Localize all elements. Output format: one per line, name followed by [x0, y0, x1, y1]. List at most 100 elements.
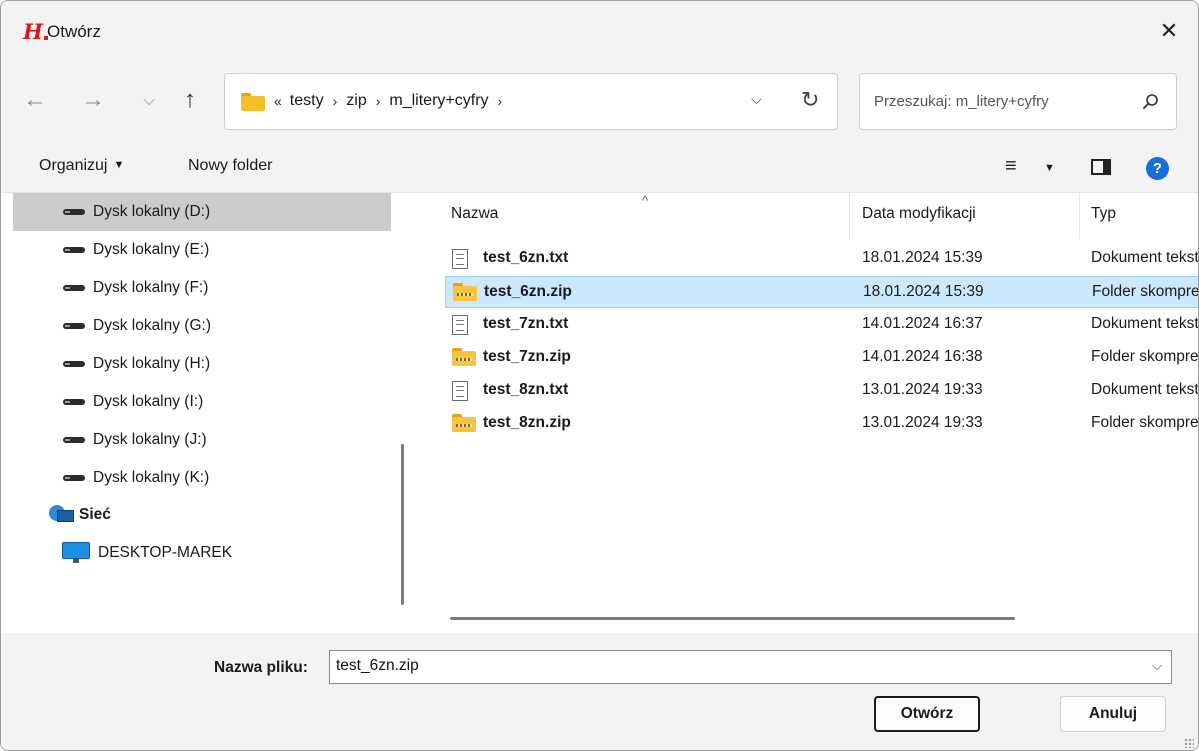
file-row[interactable]: test_6zn.txt 18.01.2024 15:39 Dokument t… — [445, 243, 1198, 275]
sidebar-item-label: Sieć — [79, 506, 111, 523]
drive-icon — [63, 399, 85, 405]
arrow-up-icon: ↑ — [184, 86, 196, 113]
back-button[interactable]: ← — [20, 85, 50, 115]
search-icon[interactable] — [1142, 93, 1159, 110]
folder-icon — [241, 93, 265, 111]
sidebar-item-label: Dysk lokalny (E:) — [93, 241, 210, 258]
organize-menu-button[interactable]: Organizuj ▼ — [39, 157, 124, 175]
sidebar-item-drive-d[interactable]: Dysk lokalny (D:) — [13, 193, 391, 231]
column-divider[interactable] — [1079, 193, 1080, 239]
file-list: ^ Nazwa Data modyfikacji Typ test_6zn.tx… — [424, 193, 1199, 633]
sidebar-item-drive-h[interactable]: Dysk lokalny (H:) — [13, 345, 391, 383]
drive-icon — [63, 209, 85, 215]
preview-pane-icon[interactable] — [1091, 159, 1111, 175]
file-type: Dokument tekstowy — [1091, 249, 1198, 266]
sort-ascending-icon: ^ — [642, 193, 649, 208]
window-title: Otwórz — [47, 22, 101, 41]
caret-down-icon[interactable]: ▼ — [1044, 162, 1055, 174]
address-bar[interactable]: « testy › zip › m_litery+cyfry › ⌵ ↻ — [224, 73, 838, 130]
breadcrumb-item[interactable]: m_litery+cyfry — [389, 92, 488, 110]
open-button[interactable]: Otwórz — [874, 696, 980, 732]
file-name: test_7zn.zip — [483, 348, 571, 365]
column-header-date[interactable]: Data modyfikacji — [862, 205, 976, 223]
caret-down-icon: ▼ — [113, 159, 125, 171]
navigation-pane: Dysk lokalny (D:) Dysk lokalny (E:) Dysk… — [1, 193, 416, 633]
arrow-right-icon: → — [81, 86, 105, 113]
up-button[interactable]: ↑ — [175, 85, 205, 115]
file-date: 18.01.2024 15:39 — [862, 249, 983, 266]
file-row[interactable]: test_7zn.txt 14.01.2024 16:37 Dokument t… — [445, 309, 1198, 341]
sidebar-item-network[interactable]: Sieć — [13, 496, 391, 534]
file-row[interactable]: test_7zn.zip 14.01.2024 16:38 Folder sko… — [445, 342, 1198, 374]
navigation-pane-scrollbar[interactable] — [401, 444, 404, 605]
column-header-name[interactable]: Nazwa — [451, 205, 498, 223]
drive-icon — [63, 361, 85, 367]
chevron-right-icon[interactable]: › — [376, 93, 381, 109]
zip-folder-icon — [452, 348, 476, 366]
close-icon: ✕ — [1159, 18, 1179, 43]
sidebar-item-label: DESKTOP-MAREK — [98, 544, 233, 561]
file-type: Folder skompresowany — [1092, 283, 1199, 300]
refresh-icon[interactable]: ↻ — [801, 87, 819, 113]
file-list-scrollbar[interactable] — [450, 617, 1015, 620]
chevron-down-icon[interactable]: ⌵ — [1152, 658, 1162, 674]
breadcrumb-overflow[interactable]: « — [274, 93, 282, 109]
command-bar: Organizuj ▼ Nowy folder ≡ ▼ ? — [1, 141, 1198, 193]
new-folder-button[interactable]: Nowy folder — [188, 157, 272, 175]
column-header-type[interactable]: Typ — [1091, 205, 1116, 223]
file-date: 13.01.2024 19:33 — [862, 381, 983, 398]
sidebar-item-label: Dysk lokalny (J:) — [93, 431, 207, 448]
dialog-footer: Nazwa pliku: ⌵ Otwórz Anuluj — [1, 633, 1198, 750]
sidebar-item-drive-j[interactable]: Dysk lokalny (J:) — [13, 421, 391, 459]
sidebar-item-drive-k[interactable]: Dysk lokalny (K:) — [13, 459, 391, 497]
organize-label: Organizuj — [39, 157, 108, 174]
sidebar-item-label: Dysk lokalny (D:) — [93, 203, 211, 220]
sidebar-item-label: Dysk lokalny (G:) — [93, 317, 211, 334]
help-icon[interactable]: ? — [1146, 157, 1169, 180]
text-file-icon — [452, 315, 468, 335]
file-row[interactable]: test_8zn.zip 13.01.2024 19:33 Folder sko… — [445, 408, 1198, 440]
open-file-dialog: H Otwórz ✕ ← → ⌵ ↑ « testy › zip › m_lit… — [0, 0, 1199, 751]
chevron-right-icon[interactable]: › — [333, 93, 338, 109]
recent-locations-button[interactable]: ⌵ — [134, 85, 164, 115]
cancel-button[interactable]: Anuluj — [1060, 696, 1166, 732]
file-row-selected[interactable]: test_6zn.zip 18.01.2024 15:39 Folder sko… — [445, 276, 1199, 308]
text-file-icon — [452, 381, 468, 401]
column-divider[interactable] — [849, 193, 850, 239]
sidebar-item-drive-f[interactable]: Dysk lokalny (F:) — [13, 269, 391, 307]
drive-icon — [63, 437, 85, 443]
sidebar-item-drive-e[interactable]: Dysk lokalny (E:) — [13, 231, 391, 269]
search-placeholder: Przeszukaj: m_litery+cyfry — [874, 93, 1049, 110]
resize-grip-icon[interactable] — [1184, 738, 1194, 748]
sidebar-item-label: Dysk lokalny (K:) — [93, 469, 210, 486]
breadcrumb-item[interactable]: testy — [290, 92, 324, 110]
sidebar-item-label: Dysk lokalny (I:) — [93, 393, 204, 410]
arrow-left-icon: ← — [23, 86, 47, 113]
close-button[interactable]: ✕ — [1140, 1, 1198, 61]
chevron-down-icon: ⌵ — [143, 91, 155, 109]
drive-icon — [63, 475, 85, 481]
file-name: test_6zn.zip — [484, 283, 572, 300]
file-date: 18.01.2024 15:39 — [863, 283, 984, 300]
sidebar-item-drive-i[interactable]: Dysk lokalny (I:) — [13, 383, 391, 421]
sidebar-item-desktop-marek[interactable]: DESKTOP-MAREK — [13, 534, 391, 572]
view-options-icon[interactable]: ≡ — [1005, 155, 1017, 178]
breadcrumb: « testy › zip › m_litery+cyfry › — [274, 92, 511, 110]
file-type: Dokument tekstowy — [1091, 381, 1198, 398]
zip-folder-icon — [453, 283, 477, 301]
forward-button[interactable]: → — [78, 85, 108, 115]
sidebar-item-drive-g[interactable]: Dysk lokalny (G:) — [13, 307, 391, 345]
address-dropdown-button[interactable]: ⌵ — [751, 91, 762, 108]
search-input[interactable]: Przeszukaj: m_litery+cyfry — [859, 73, 1177, 130]
file-row[interactable]: test_8zn.txt 13.01.2024 19:33 Dokument t… — [445, 375, 1198, 407]
computer-icon — [62, 542, 90, 564]
file-date: 13.01.2024 19:33 — [862, 414, 983, 431]
file-date: 14.01.2024 16:38 — [862, 348, 983, 365]
filename-combobox[interactable]: ⌵ — [329, 650, 1172, 684]
app-logo-icon: H — [23, 19, 48, 44]
drive-icon — [63, 285, 85, 291]
chevron-right-icon[interactable]: › — [498, 93, 503, 109]
breadcrumb-item[interactable]: zip — [346, 92, 366, 110]
file-type: Dokument tekstowy — [1091, 315, 1198, 332]
filename-input[interactable] — [336, 657, 1136, 675]
